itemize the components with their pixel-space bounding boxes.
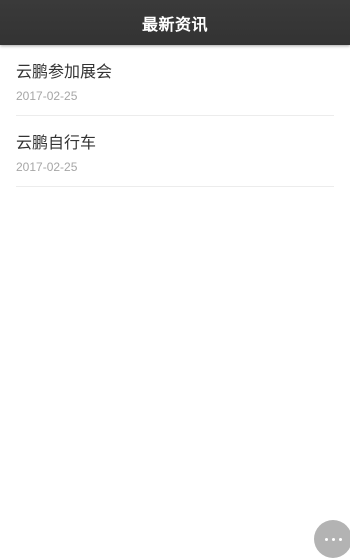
news-title: 云鹏参加展会 <box>16 62 113 81</box>
more-button[interactable] <box>314 520 350 558</box>
more-dots-icon <box>324 537 342 541</box>
news-date: 2017-02-25 <box>16 89 78 103</box>
top-nav-bar: 最新资讯 <box>0 0 350 45</box>
news-date: 2017-02-25 <box>16 160 78 174</box>
news-item[interactable]: 云鹏参加展会 2017-02-25 <box>16 45 334 116</box>
news-list: 云鹏参加展会 2017-02-25 云鹏自行车 2017-02-25 <box>16 45 334 187</box>
page-title: 最新资讯 <box>141 14 208 34</box>
news-item[interactable]: 云鹏自行车 2017-02-25 <box>16 116 334 187</box>
news-title: 云鹏自行车 <box>16 133 97 152</box>
